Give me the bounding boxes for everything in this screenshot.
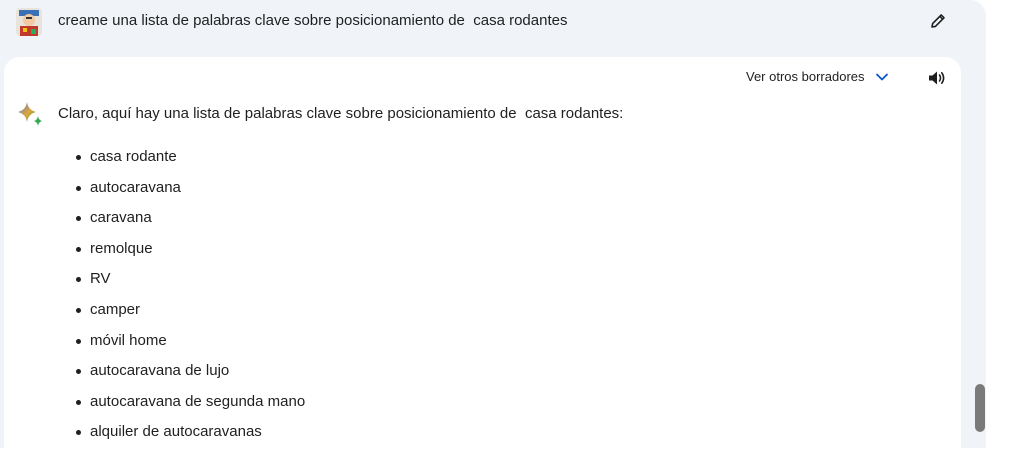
read-aloud-button[interactable]	[926, 67, 948, 89]
keyword-item: autocaravana de lujo	[74, 359, 305, 390]
pencil-icon	[931, 14, 945, 28]
keyword-item: casa rodante	[74, 145, 305, 176]
sparkle-icon	[16, 101, 44, 129]
keyword-item: alquiler de autocaravanas	[74, 420, 305, 451]
chevron-down-icon	[875, 70, 889, 84]
keyword-item: remolque	[74, 237, 305, 268]
speaker-icon	[929, 71, 945, 85]
keyword-item: camper	[74, 298, 305, 329]
scrollbar-thumb[interactable]	[975, 384, 985, 432]
view-drafts-label: Ver otros borradores	[746, 69, 865, 84]
chat-panel: creame una lista de palabras clave sobre…	[0, 0, 986, 457]
user-prompt-text: creame una lista de palabras clave sobre…	[58, 12, 568, 29]
keyword-list: casa rodante autocaravana caravana remol…	[74, 145, 305, 451]
keyword-item: RV	[74, 267, 305, 298]
user-prompt-row: creame una lista de palabras clave sobre…	[0, 0, 986, 56]
response-card: Ver otros borradores Claro, aquí hay una…	[4, 57, 961, 457]
response-intro-text: Claro, aquí hay una lista de palabras cl…	[58, 105, 624, 122]
edit-prompt-button[interactable]	[926, 9, 950, 33]
keyword-item: caravana	[74, 206, 305, 237]
user-avatar-icon[interactable]	[16, 8, 42, 36]
view-drafts-button[interactable]: Ver otros borradores	[746, 69, 889, 85]
keyword-item: autocaravana	[74, 176, 305, 207]
keyword-item: móvil home	[74, 329, 305, 360]
keyword-item: autocaravana de segunda mano	[74, 390, 305, 421]
